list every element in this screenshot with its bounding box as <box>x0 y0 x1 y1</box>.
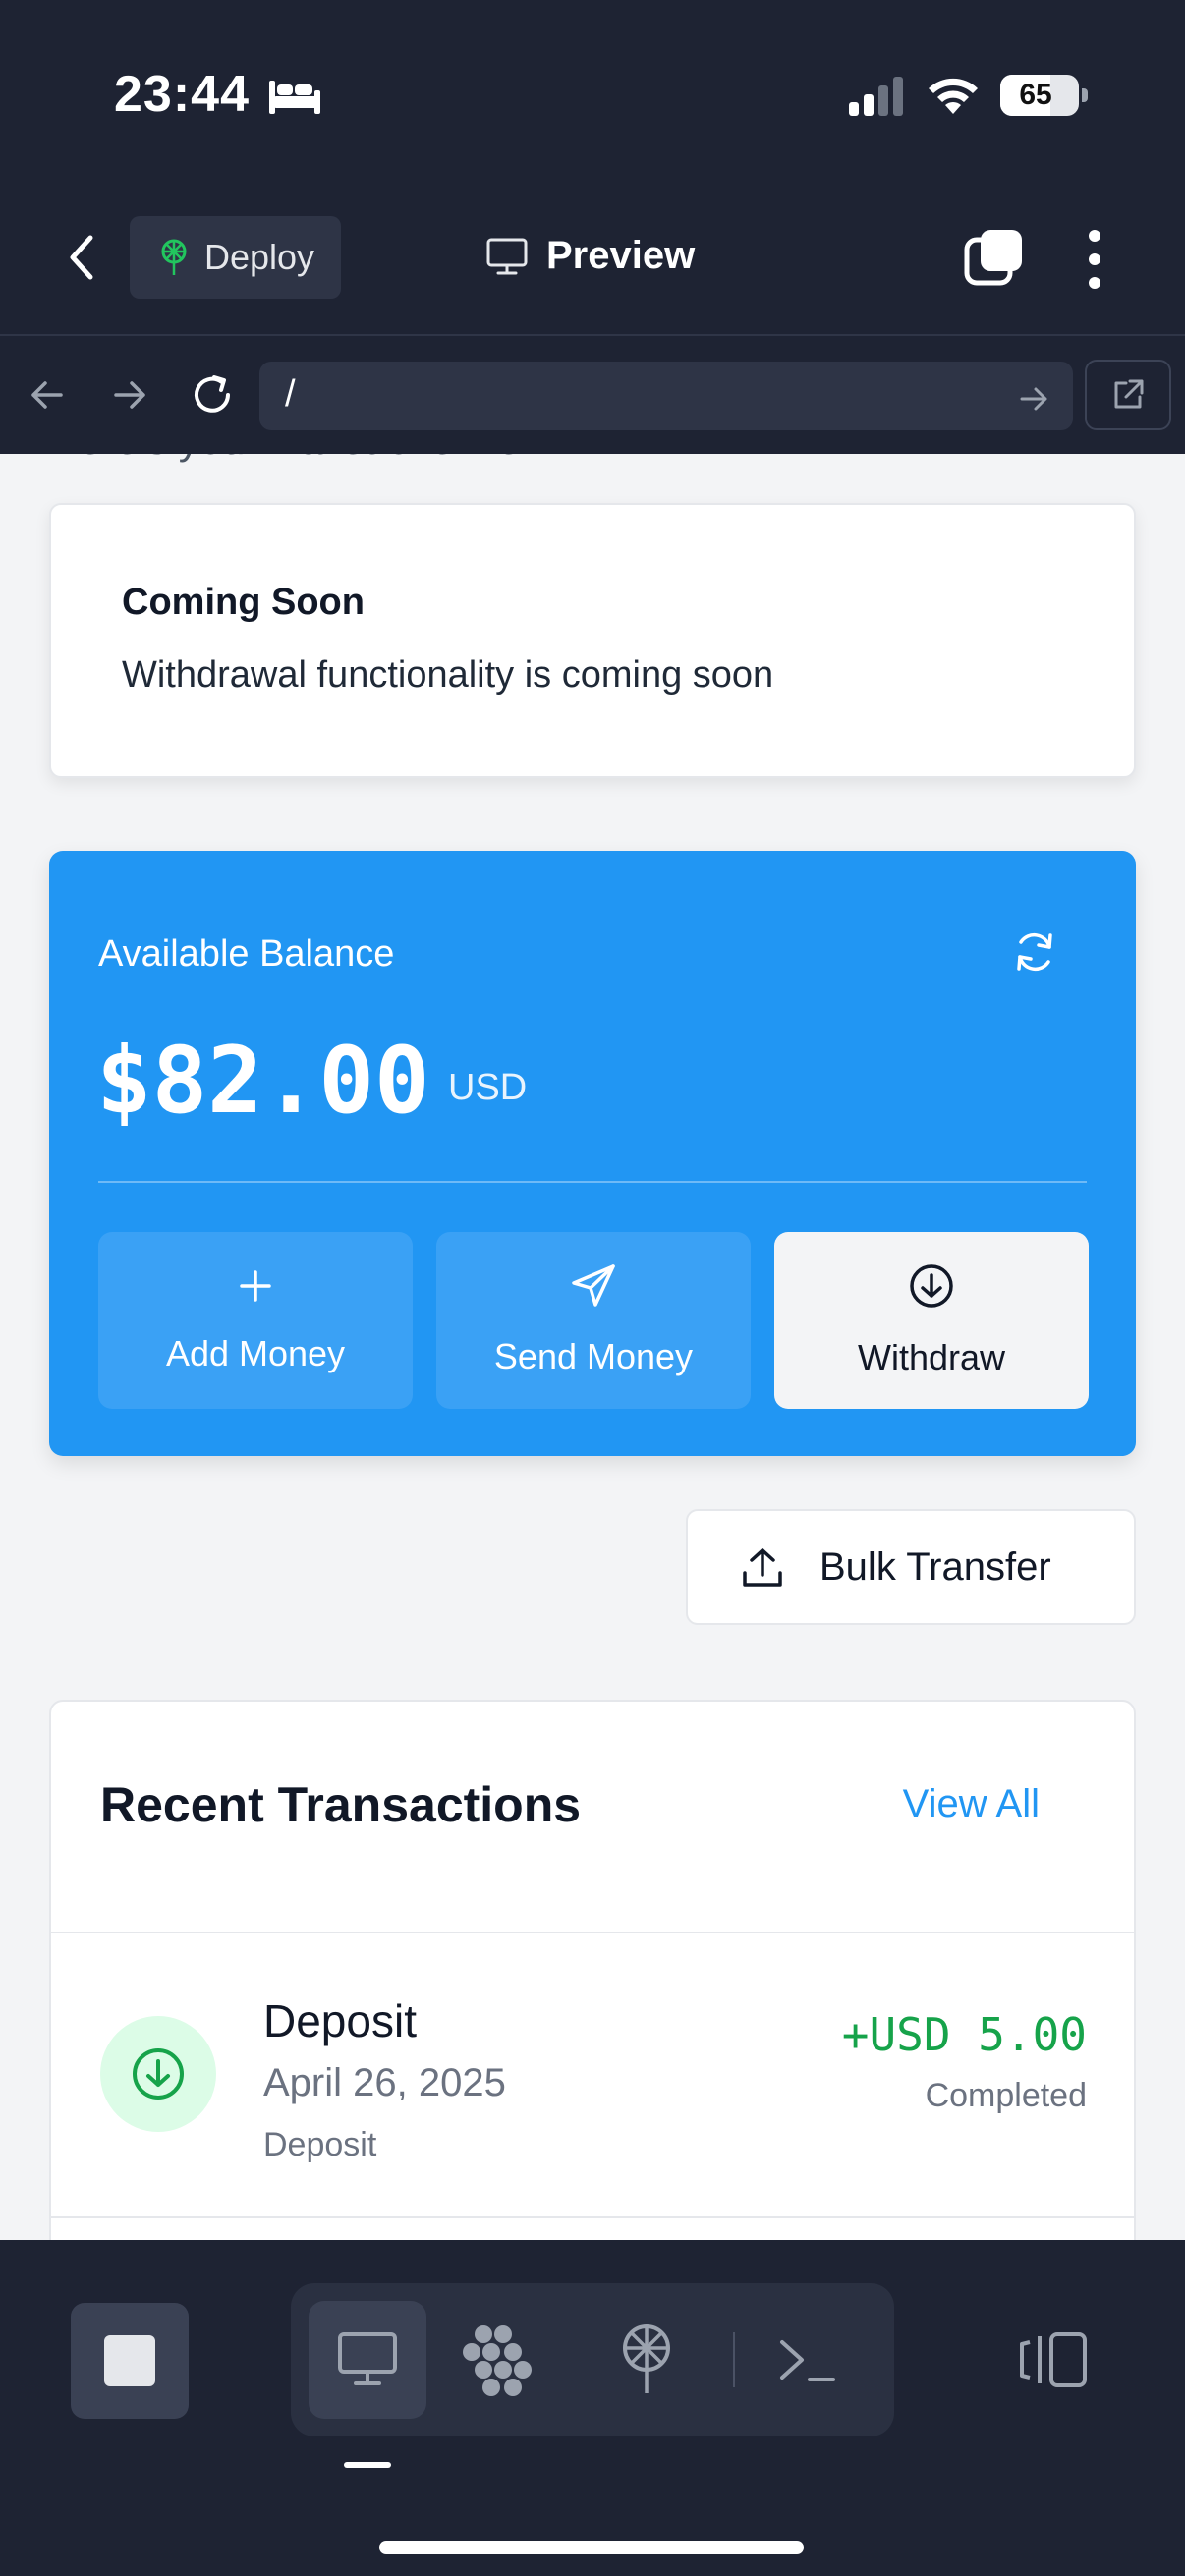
transaction-row-divider <box>51 2216 1134 2218</box>
status-time: 23:44 <box>114 66 250 123</box>
page-content: Here's your wallet overview Coming Soon … <box>0 454 1185 2240</box>
open-external-button[interactable] <box>1085 360 1171 430</box>
tabs-icon[interactable] <box>963 228 1024 289</box>
coming-soon-notice: Coming Soon Withdrawal functionality is … <box>49 503 1136 778</box>
browser-back-icon[interactable] <box>28 375 67 415</box>
notice-body: Withdrawal functionality is coming soon <box>122 654 774 696</box>
monitor-icon <box>338 2332 397 2385</box>
terminal-icon <box>780 2340 835 2381</box>
balance-card: Available Balance $82.00 USD Add Money S… <box>49 851 1136 1456</box>
plus-icon <box>240 1270 271 1302</box>
battery-level: 65 <box>1019 79 1052 111</box>
send-money-label: Send Money <box>493 1336 694 1376</box>
home-indicator <box>379 2541 804 2554</box>
cellular-signal-icon <box>849 77 903 116</box>
preview-tab[interactable]: Preview <box>485 234 695 278</box>
recent-transactions-card: Recent Transactions View All Deposit Apr… <box>49 1700 1136 2240</box>
sleep-mode-icon <box>269 81 320 114</box>
deploy-label: Deploy <box>204 237 315 277</box>
balance-divider <box>98 1181 1087 1183</box>
browser-forward-icon[interactable] <box>110 375 149 415</box>
deploy-button[interactable]: Deploy <box>130 216 341 299</box>
send-money-button[interactable]: Send Money <box>436 1232 751 1409</box>
deposit-icon <box>100 2016 216 2132</box>
go-arrow-icon[interactable] <box>1018 383 1049 415</box>
deploy-view-button[interactable] <box>588 2301 705 2419</box>
view-all-link[interactable]: View All <box>903 1782 1040 1826</box>
agent-view-button[interactable] <box>440 2301 558 2419</box>
url-input[interactable]: / <box>259 362 1073 430</box>
switcher-divider <box>733 2332 735 2387</box>
transaction-description: Deposit <box>263 2126 377 2163</box>
transaction-row[interactable]: Deposit April 26, 2025 Deposit +USD 5.00… <box>51 1933 1134 2218</box>
deploy-icon <box>623 2324 670 2393</box>
app-bar: Deploy Preview <box>0 196 1185 334</box>
bulk-transfer-button[interactable]: Bulk Transfer <box>686 1509 1136 1625</box>
battery-indicator: 65 <box>1000 75 1088 116</box>
terminal-view-button[interactable] <box>749 2301 867 2419</box>
dots-cluster-icon <box>463 2325 532 2396</box>
monitor-icon <box>486 238 528 274</box>
transaction-amount: +USD 5.00 <box>841 2008 1087 2061</box>
transactions-title: Recent Transactions <box>100 1777 582 1832</box>
download-circle-icon <box>910 1264 953 1308</box>
stop-button[interactable] <box>71 2303 189 2419</box>
bottom-toolbar <box>0 2240 1185 2576</box>
view-switcher <box>291 2283 894 2436</box>
more-menu-icon[interactable] <box>1081 228 1108 291</box>
active-view-indicator <box>344 2462 391 2468</box>
deploy-icon <box>161 239 187 275</box>
transaction-type: Deposit <box>263 1995 417 2046</box>
add-money-label: Add Money <box>165 1333 346 1373</box>
refresh-balance-icon[interactable] <box>1012 929 1057 975</box>
upload-icon <box>743 1548 782 1587</box>
withdraw-button[interactable]: Withdraw <box>774 1232 1089 1409</box>
side-panel-icon[interactable] <box>1018 2330 1089 2389</box>
add-money-button[interactable]: Add Money <box>98 1232 413 1409</box>
url-text: / <box>285 373 296 415</box>
status-bar: 23:44 65 <box>0 0 1185 196</box>
back-chevron-icon[interactable] <box>65 234 98 281</box>
page-subtitle: Here's your wallet overview <box>49 454 550 464</box>
balance-currency: USD <box>448 1067 528 1108</box>
transaction-date: April 26, 2025 <box>263 2061 506 2104</box>
transaction-status: Completed <box>925 2077 1087 2114</box>
bulk-transfer-label: Bulk Transfer <box>819 1544 1051 1589</box>
send-icon <box>572 1264 615 1307</box>
external-link-icon <box>1114 379 1144 409</box>
balance-label: Available Balance <box>98 933 395 975</box>
withdraw-label: Withdraw <box>857 1337 1006 1377</box>
browser-toolbar: / <box>0 334 1185 454</box>
preview-view-button[interactable] <box>309 2301 426 2419</box>
stop-icon <box>104 2335 155 2386</box>
balance-amount: $82.00 <box>96 1028 430 1135</box>
reload-icon[interactable] <box>189 371 236 419</box>
preview-label: Preview <box>546 234 696 277</box>
notice-title: Coming Soon <box>122 582 365 623</box>
wifi-icon <box>929 78 978 114</box>
